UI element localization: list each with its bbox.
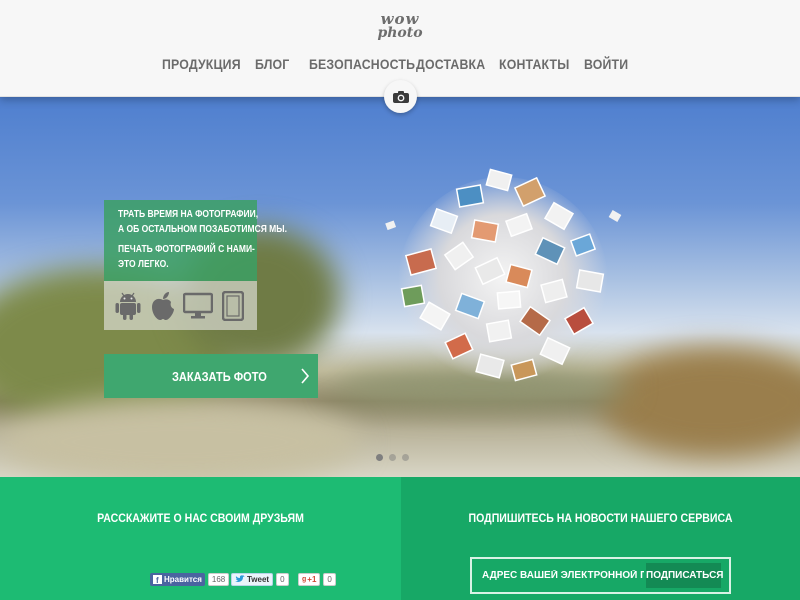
google-plus-count: 0 — [323, 572, 336, 586]
desktop-icon[interactable] — [183, 291, 214, 321]
tablet-icon[interactable] — [218, 290, 248, 321]
apple-icon[interactable] — [148, 291, 178, 321]
svg-text:f: f — [156, 576, 159, 584]
subscribe-form: ПОДПИСАТЬСЯ — [470, 557, 731, 594]
share-title: РАССКАЖИТЕ О НАС СВОИМ ДРУЗЬЯМ — [97, 511, 304, 525]
background-ground-blur — [0, 397, 360, 477]
facebook-icon: f — [153, 574, 162, 584]
google-plus-button[interactable]: g +1 — [298, 572, 321, 586]
logo-line-2: photo — [377, 25, 423, 41]
main-nav: ПРОДУКЦИЯ БЛОГ БЕЗОПАСНОСТЬ ДОСТАВКА КОН… — [0, 56, 800, 76]
tweet-count: 0 — [276, 572, 289, 586]
promo-line: ПЕЧАТЬ ФОТОГРАФИЙ С НАМИ- — [118, 244, 255, 255]
promo-line: ЭТО ЛЕГКО. — [118, 259, 169, 270]
facebook-like-widget: f Нравится 168 — [150, 572, 230, 586]
google-plus-label: +1 — [307, 574, 317, 584]
hero-banner: ТРАТЬ ВРЕМЯ НА ФОТОГРАФИИ, А ОБ ОСТАЛЬНО… — [0, 97, 800, 477]
subscribe-button[interactable]: ПОДПИСАТЬСЯ — [646, 563, 724, 588]
nav-item-contacts[interactable]: КОНТАКТЫ — [499, 56, 569, 72]
promo-line: А ОБ ОСТАЛЬНОМ ПОЗАБОТИМСЯ МЫ. — [118, 224, 287, 235]
google-plus-icon: g — [302, 575, 307, 583]
tweet-button[interactable]: Tweet — [231, 572, 274, 586]
slider-dot[interactable] — [376, 454, 383, 461]
nav-item-login[interactable]: ВОЙТИ — [584, 56, 628, 72]
subscribe-section: ПОДПИШИТЕСЬ НА НОВОСТИ НАШЕГО СЕРВИСА ПО… — [401, 477, 800, 600]
facebook-like-count: 168 — [207, 572, 230, 586]
slider-dot[interactable] — [402, 454, 409, 461]
email-field[interactable] — [474, 561, 644, 590]
promo-line: ТРАТЬ ВРЕМЯ НА ФОТОГРАФИИ, — [118, 209, 259, 220]
google-plus-widget: g +1 0 — [298, 572, 336, 586]
share-section: РАССКАЖИТЕ О НАС СВОИМ ДРУЗЬЯМ f Нравитс… — [0, 477, 401, 600]
slider-dot[interactable] — [389, 454, 396, 461]
nav-item-security[interactable]: БЕЗОПАСНОСТЬ — [309, 56, 415, 72]
photo-sphere-image — [385, 168, 622, 387]
promo-text-box: ТРАТЬ ВРЕМЯ НА ФОТОГРАФИИ, А ОБ ОСТАЛЬНО… — [104, 200, 287, 281]
facebook-like-button[interactable]: f Нравится — [150, 572, 205, 586]
subscribe-title: ПОДПИШИТЕСЬ НА НОВОСТИ НАШЕГО СЕРВИСА — [468, 511, 733, 525]
platform-icons — [104, 281, 257, 330]
slider-dots — [376, 454, 409, 461]
background-tree-blur — [600, 347, 800, 457]
nav-item-delivery[interactable]: ДОСТАВКА — [416, 56, 485, 72]
facebook-like-label: Нравится — [164, 574, 202, 584]
nav-item-blog[interactable]: БЛОГ — [255, 56, 289, 72]
twitter-bird-icon — [235, 575, 245, 582]
camera-icon — [392, 90, 409, 103]
logo[interactable]: wow photo — [372, 10, 428, 41]
tweet-label: Tweet — [247, 574, 270, 584]
twitter-widget: Tweet 0 — [231, 572, 289, 586]
chevron-right-icon — [301, 368, 310, 384]
nav-item-products[interactable]: ПРОДУКЦИЯ — [162, 56, 241, 72]
order-photo-label: ЗАКАЗАТЬ ФОТО — [172, 369, 267, 384]
android-icon[interactable] — [113, 291, 143, 321]
order-photo-button[interactable]: ЗАКАЗАТЬ ФОТО — [104, 354, 318, 398]
logo-line-1: wow — [380, 10, 420, 28]
camera-badge — [384, 80, 417, 113]
